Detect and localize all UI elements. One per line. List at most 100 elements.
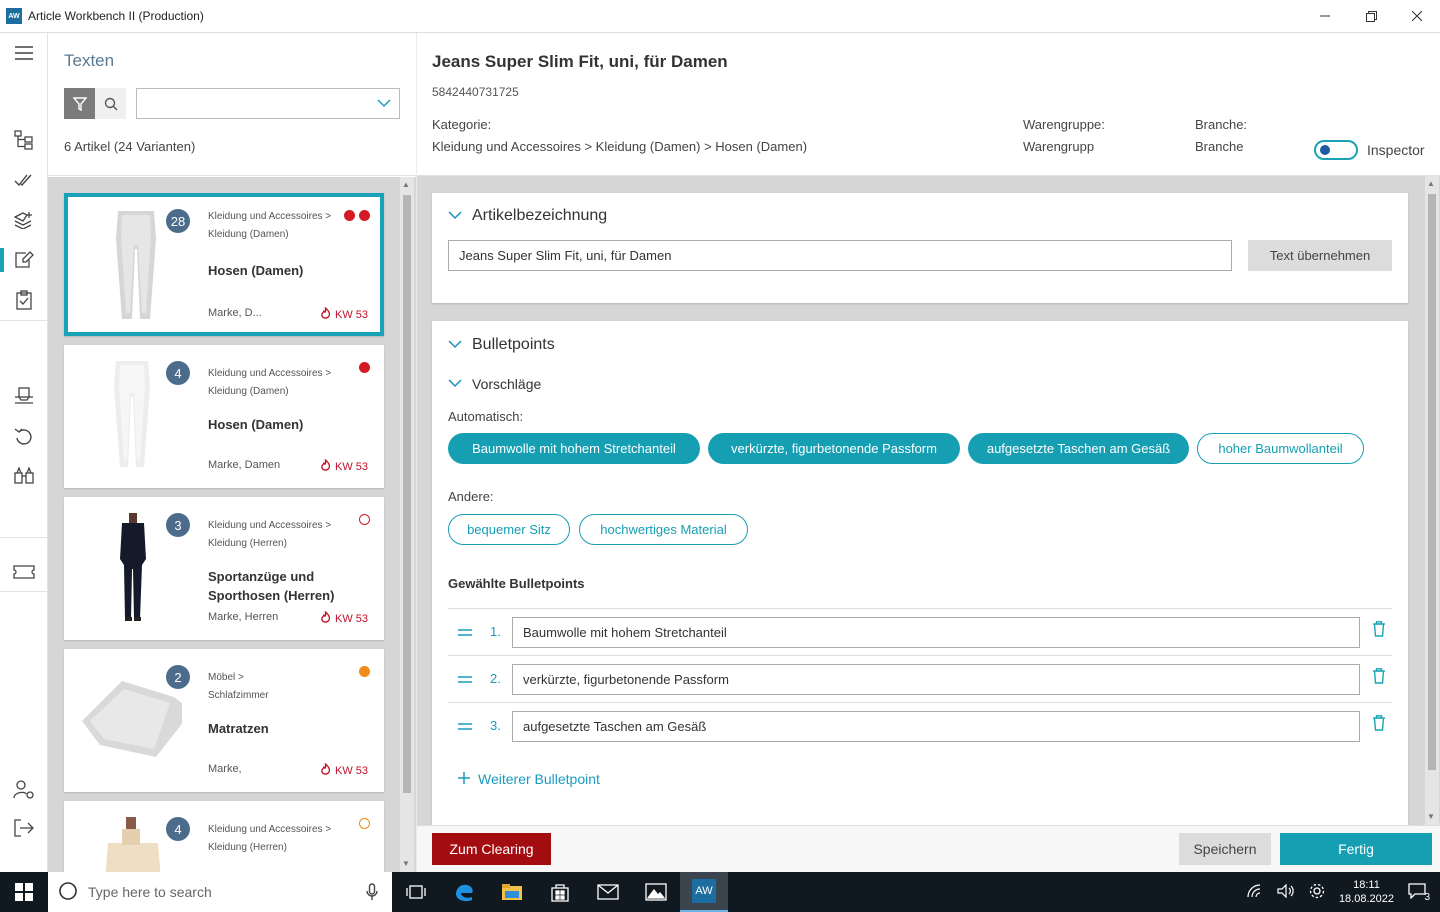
scroll-up-icon[interactable]: ▲ [402, 180, 410, 189]
detail-header: Jeans Super Slim Fit, uni, für Damen 584… [417, 33, 1440, 176]
status-indicators [359, 666, 370, 677]
trash-icon[interactable] [1372, 715, 1386, 734]
os-taskbar: Type here to search AW 18:11 18.08.2022 … [0, 872, 1440, 912]
menu-icon[interactable] [0, 35, 48, 71]
save-button[interactable]: Speichern [1179, 833, 1271, 865]
detail-scrollbar[interactable]: ▲ ▼ [1425, 176, 1439, 825]
flame-icon [320, 610, 331, 626]
app-logo: AW [6, 8, 22, 24]
clipboard-check-icon[interactable] [0, 282, 48, 318]
volume-icon[interactable] [1277, 883, 1295, 901]
plus-icon [458, 771, 470, 787]
vorschlaege-title: Vorschläge [472, 376, 542, 392]
article-workbench-task[interactable]: AW [680, 872, 728, 912]
network-icon[interactable] [1247, 883, 1263, 901]
list-item[interactable]: 28 Kleidung und Accessoires > Kleidung (D… [64, 193, 384, 336]
suggestion-chip[interactable]: verkürzte, figurbetonende Passform [708, 433, 960, 464]
filter-select[interactable] [136, 88, 400, 119]
drag-handle-icon[interactable] [458, 671, 472, 687]
bulletpoint-input[interactable]: Baumwolle mit hohem Stretchanteil [512, 617, 1360, 648]
variant-count-badge: 4 [166, 361, 190, 385]
logout-icon[interactable] [0, 810, 48, 846]
scroll-down-icon[interactable]: ▼ [402, 859, 410, 868]
list-item[interactable]: 3 Kleidung und Accessoires > Kleidung (He… [64, 497, 384, 640]
nav-rail [0, 33, 48, 872]
bulletpoints-header[interactable]: Bulletpoints [448, 336, 555, 354]
user-settings-icon[interactable] [0, 772, 48, 808]
list-scrollbar[interactable]: ▲ ▼ [400, 177, 414, 872]
minimize-button[interactable] [1302, 0, 1348, 32]
photos-icon[interactable] [632, 872, 680, 912]
status-dot [359, 362, 370, 373]
chevron-down-icon [448, 209, 462, 223]
text-uebernehmen-button[interactable]: Text übernehmen [1248, 240, 1392, 271]
inbox-stack-icon[interactable] [0, 378, 48, 414]
windows-start-icon[interactable] [0, 872, 48, 912]
calendar-week: KW 53 [320, 610, 368, 626]
file-explorer-icon[interactable] [488, 872, 536, 912]
scroll-down-icon[interactable]: ▼ [1427, 812, 1435, 821]
undo-icon[interactable] [0, 418, 48, 454]
ticket-icon[interactable] [0, 554, 48, 590]
zum-clearing-button[interactable]: Zum Clearing [432, 833, 551, 865]
list-item[interactable]: 4 Kleidung und Accessoires > Kleidung (Da… [64, 345, 384, 488]
notifications-icon[interactable]: 3 [1408, 883, 1430, 903]
done-button[interactable]: Fertig [1280, 833, 1432, 865]
search-icon[interactable] [95, 88, 126, 119]
product-title: Matratzen [208, 721, 269, 736]
suggestion-chip[interactable]: Baumwolle mit hohem Stretchanteil [448, 433, 700, 464]
suggestion-chip[interactable]: hoher Baumwollanteil [1197, 433, 1364, 464]
drag-handle-icon[interactable] [458, 624, 472, 640]
scroll-up-icon[interactable]: ▲ [1427, 179, 1435, 188]
artikelbezeichnung-header[interactable]: Artikelbezeichnung [448, 207, 607, 225]
bulletpoint-input[interactable]: aufgesetzte Taschen am Gesäß [512, 711, 1360, 742]
inspector-toggle[interactable] [1314, 140, 1358, 160]
search-placeholder: Type here to search [88, 884, 212, 900]
store-icon[interactable] [536, 872, 584, 912]
branche-label: Branche: [1195, 117, 1248, 132]
mail-icon[interactable] [584, 872, 632, 912]
list-item[interactable]: 4 Kleidung und Accessoires > Kleidung (He… [64, 801, 384, 872]
category-line2: Schlafzimmer [208, 690, 269, 701]
chevron-down-icon [448, 338, 462, 352]
status-dot [359, 666, 370, 677]
list-item[interactable]: 2 Möbel > Schlafzimmer Matratzen Marke, K… [64, 649, 384, 792]
check-all-icon[interactable] [0, 162, 48, 198]
settings-gear-icon[interactable] [1309, 883, 1325, 902]
drag-handle-icon[interactable] [458, 718, 472, 734]
status-indicators [344, 210, 370, 221]
binoculars-icon[interactable] [0, 458, 48, 494]
suggestion-chip[interactable]: bequemer Sitz [448, 514, 570, 545]
taskbar-search[interactable]: Type here to search [48, 872, 392, 912]
trash-icon[interactable] [1372, 668, 1386, 687]
aw-app-icon: AW [692, 879, 716, 903]
automatisch-label: Automatisch: [448, 409, 524, 424]
task-view-icon[interactable] [392, 872, 440, 912]
filter-icon[interactable] [64, 88, 95, 119]
maximize-button[interactable] [1348, 0, 1394, 32]
suggestion-chip[interactable]: aufgesetzte Taschen am Gesäß [968, 433, 1189, 464]
trash-icon[interactable] [1372, 621, 1386, 640]
status-indicators [359, 818, 370, 829]
close-button[interactable] [1394, 0, 1440, 32]
vorschlaege-header[interactable]: Vorschläge [448, 376, 541, 392]
edge-browser-icon[interactable] [440, 872, 488, 912]
clock[interactable]: 18:11 18.08.2022 [1339, 878, 1394, 906]
scrollbar-thumb[interactable] [403, 195, 411, 793]
microphone-icon[interactable] [366, 883, 378, 904]
hierarchy-icon[interactable] [0, 122, 48, 158]
add-bulletpoint-button[interactable]: Weiterer Bulletpoint [458, 771, 600, 787]
bulletpoint-input[interactable]: verkürzte, figurbetonende Passform [512, 664, 1360, 695]
category-line2: Kleidung (Herren) [208, 538, 287, 549]
selected-bulletpoints-label: Gewählte Bulletpoints [448, 576, 585, 591]
edit-text-icon[interactable] [0, 242, 48, 278]
andere-label: Andere: [448, 489, 494, 504]
scrollbar-thumb[interactable] [1428, 194, 1436, 770]
layers-add-icon[interactable] [0, 202, 48, 238]
article-list: 28 Kleidung und Accessoires > Kleidung (D… [48, 177, 416, 872]
calendar-week: KW 53 [320, 306, 368, 322]
kw-label: KW 53 [334, 308, 368, 321]
artikelbezeichnung-input[interactable]: Jeans Super Slim Fit, uni, für Damen [448, 240, 1232, 271]
suggestion-chip[interactable]: hochwertiges Material [579, 514, 748, 545]
search-circle-icon [58, 881, 78, 904]
